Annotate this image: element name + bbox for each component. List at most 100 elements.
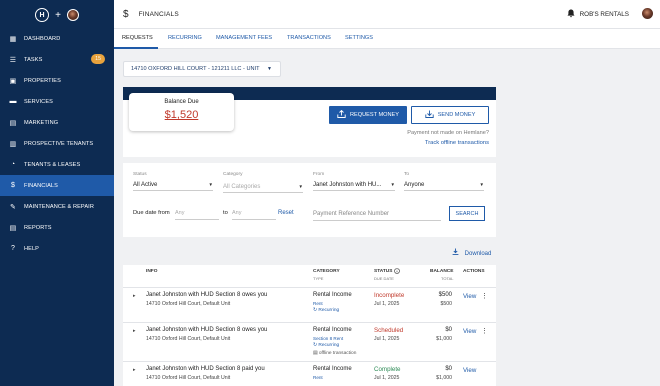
- status-filter[interactable]: All Active ▼: [133, 179, 213, 191]
- recurring-tag: ↻ Recurring: [313, 308, 339, 313]
- sidebar: H + ▦ DASHBOARD ☰ TASKS 15 ▣ PROPERTIES ▬ SERVIC…: [0, 0, 114, 386]
- row-category: Rental Income: [313, 366, 352, 372]
- expand-caret-icon[interactable]: ▸: [133, 367, 136, 373]
- send-money-button[interactable]: SEND MONEY: [411, 106, 489, 124]
- active-tab-indicator: [114, 47, 158, 49]
- category-filter[interactable]: All Categories ▼: [223, 181, 303, 193]
- services-icon: ▬: [9, 98, 17, 105]
- sidebar-header: H +: [0, 0, 114, 30]
- recurring-label: Recurring: [318, 343, 340, 348]
- due-date-to-input[interactable]: Any: [232, 207, 276, 220]
- table-row[interactable]: ▸ Janet Johnston with HUD Section 8 paid …: [123, 361, 496, 386]
- sidebar-item-label: PROSPECTIVE TENANTS: [24, 140, 94, 147]
- recurring-label: Recurring: [318, 308, 340, 313]
- row-category: Rental Income: [313, 327, 352, 333]
- track-offline-link[interactable]: Track offline transactions: [425, 140, 489, 146]
- view-link[interactable]: View: [463, 293, 476, 300]
- property-select-value: 14710 OXFORD HILL COURT - 121211 LLC - U…: [131, 66, 260, 72]
- tab-settings[interactable]: SETTINGS: [345, 35, 373, 41]
- due-date-from-placeholder: Any: [175, 210, 185, 216]
- request-money-button[interactable]: REQUEST MONEY: [329, 106, 407, 124]
- sidebar-item-label: REPORTS: [24, 224, 52, 231]
- account-avatar[interactable]: [641, 7, 654, 20]
- status-filter-value: All Active: [133, 182, 158, 188]
- plus-icon[interactable]: +: [55, 10, 61, 21]
- sidebar-item-properties[interactable]: ▣ PROPERTIES: [0, 70, 114, 91]
- row-total: $500: [440, 301, 452, 307]
- sidebar-item-prospective-tenants[interactable]: ▥ PROSPECTIVE TENANTS: [0, 133, 114, 154]
- tab-transactions[interactable]: TRANSACTIONS: [287, 35, 331, 41]
- sidebar-item-marketing[interactable]: ▤ MARKETING: [0, 112, 114, 133]
- download-button[interactable]: Download: [452, 248, 491, 257]
- tab-management-fees[interactable]: MANAGEMENT FEES: [216, 35, 272, 41]
- avatar[interactable]: [66, 9, 79, 21]
- col-info: INFO: [146, 269, 158, 274]
- account-name[interactable]: ROB'S RENTALS: [580, 11, 629, 18]
- offline-tag: ▤ offline transaction: [313, 351, 356, 356]
- sidebar-item-maintenance-repair[interactable]: ✎ MAINTENANCE & REPAIR: [0, 196, 114, 217]
- balance-panel: Balance Due $1,520 REQUEST MONEY SEND MO…: [123, 87, 496, 157]
- sidebar-item-label: DASHBOARD: [24, 35, 61, 42]
- row-due-date: Jul 1, 2025: [374, 375, 400, 381]
- sidebar-item-tenants-leases[interactable]: ◔ TENANTS & LEASES: [0, 154, 114, 175]
- download-label: Download: [464, 251, 492, 257]
- chevron-down-icon: ▼: [208, 182, 213, 187]
- sidebar-nav: ▦ DASHBOARD ☰ TASKS 15 ▣ PROPERTIES ▬ SERVICES ▤ M…: [0, 28, 114, 259]
- from-filter[interactable]: Janet Johnston with HU... ▼: [313, 179, 395, 191]
- to-filter[interactable]: Anyone ▼: [404, 179, 484, 191]
- balance-label: Balance Due: [164, 99, 199, 105]
- from-filter-label: From: [313, 172, 325, 177]
- tenants-icon: ◔: [10, 161, 16, 168]
- row-balance: $500: [438, 292, 452, 298]
- row-balance: $0: [445, 366, 452, 372]
- info-icon[interactable]: [394, 268, 400, 276]
- table-row[interactable]: ▸ Janet Johnston with HUD Section 8 owes …: [123, 322, 496, 361]
- more-options-icon[interactable]: ⋮: [481, 327, 488, 335]
- bell-icon[interactable]: [567, 9, 575, 20]
- balance-due-value[interactable]: $1,520: [129, 109, 234, 121]
- expand-caret-icon[interactable]: ▸: [133, 293, 136, 299]
- help-icon: ?: [11, 245, 15, 252]
- tab-requests[interactable]: REQUESTS: [122, 35, 153, 41]
- download-icon: [452, 248, 461, 257]
- balance-card: Balance Due $1,520: [129, 93, 234, 131]
- sidebar-item-services[interactable]: ▬ SERVICES: [0, 91, 114, 112]
- expand-caret-icon[interactable]: ▸: [133, 328, 136, 334]
- tasks-icon: ☰: [9, 56, 17, 64]
- tasks-count-badge: 15: [91, 54, 105, 64]
- search-button[interactable]: SEARCH: [449, 206, 485, 221]
- chevron-down-icon: ▼: [267, 66, 272, 72]
- hemlane-logo[interactable]: H: [35, 8, 50, 22]
- payment-reference-placeholder: Payment Reference Number: [313, 211, 390, 217]
- row-title: Janet Johnston with HUD Section 8 owes y…: [146, 327, 268, 333]
- category-filter-label: Category: [223, 172, 243, 177]
- sidebar-item-help[interactable]: ? HELP: [0, 238, 114, 259]
- prospective-tenants-icon: ▥: [9, 140, 17, 148]
- wrench-icon: ✎: [10, 203, 16, 211]
- status-badge: Incomplete: [374, 292, 405, 299]
- sidebar-item-reports[interactable]: ▤ REPORTS: [0, 217, 114, 238]
- tab-recurring[interactable]: RECURRING: [168, 35, 202, 41]
- due-date-to-placeholder: Any: [232, 210, 242, 216]
- sidebar-item-dashboard[interactable]: ▦ DASHBOARD: [0, 28, 114, 49]
- sidebar-item-label: MAINTENANCE & REPAIR: [24, 203, 94, 210]
- sidebar-item-label: SERVICES: [24, 98, 53, 105]
- payment-reference-input[interactable]: Payment Reference Number: [313, 207, 441, 221]
- category-filter-placeholder: All Categories: [223, 184, 261, 190]
- sidebar-item-financials[interactable]: $ FINANCIALS: [0, 175, 114, 196]
- row-due-date: Jul 1, 2025: [374, 336, 400, 342]
- from-filter-value: Janet Johnston with HU...: [313, 182, 382, 188]
- marketing-icon: ▤: [9, 119, 17, 127]
- due-date-from-input[interactable]: Any: [175, 207, 219, 220]
- col-status: STATUS: [374, 269, 393, 274]
- sidebar-item-tasks[interactable]: ☰ TASKS 15: [0, 49, 114, 70]
- row-balance: $0: [445, 327, 452, 333]
- more-options-icon[interactable]: ⋮: [481, 292, 488, 300]
- col-category: CATEGORY: [313, 269, 340, 274]
- view-link[interactable]: View: [463, 328, 476, 335]
- reset-button[interactable]: Reset: [278, 210, 294, 216]
- property-select[interactable]: 14710 OXFORD HILL COURT - 121211 LLC - U…: [123, 61, 281, 77]
- table-row[interactable]: ▸ Janet Johnston with HUD Section 8 owes …: [123, 287, 496, 322]
- request-money-icon: [337, 109, 346, 120]
- view-link[interactable]: View: [463, 367, 476, 374]
